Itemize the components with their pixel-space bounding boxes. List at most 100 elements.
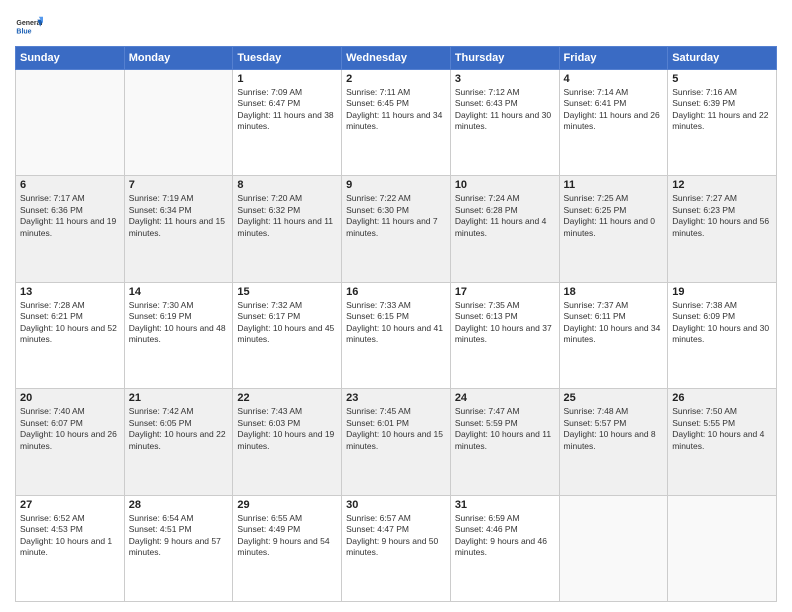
calendar-week-row: 6 Sunrise: 7:17 AM Sunset: 6:36 PM Daylig… [16, 176, 777, 282]
calendar-cell [124, 70, 233, 176]
calendar-cell: 3 Sunrise: 7:12 AM Sunset: 6:43 PM Daylig… [450, 70, 559, 176]
day-info: Sunrise: 7:48 AM Sunset: 5:57 PM Dayligh… [564, 406, 664, 452]
day-info: Sunrise: 6:54 AM Sunset: 4:51 PM Dayligh… [129, 513, 229, 559]
calendar-cell: 1Sunrise: 7:09 AM Sunset: 6:47 PM Daylig… [233, 70, 342, 176]
calendar-cell: 19Sunrise: 7:38 AM Sunset: 6:09 PM Dayli… [668, 282, 777, 388]
weekday-header: Monday [124, 47, 233, 70]
day-number: 30 [346, 499, 446, 511]
day-info: Sunrise: 6:55 AM Sunset: 4:49 PM Dayligh… [237, 513, 337, 559]
calendar-cell: 26Sunrise: 7:50 AM Sunset: 5:55 PM Dayli… [668, 389, 777, 495]
weekday-header: Friday [559, 47, 668, 70]
day-number: 21 [129, 392, 229, 404]
calendar-header-row: SundayMondayTuesdayWednesdayThursdayFrid… [16, 47, 777, 70]
day-info: Sunrise: 6:52 AM Sunset: 4:53 PM Dayligh… [20, 513, 120, 559]
day-info: Sunrise: 7:24 AM Sunset: 6:28 PM Dayligh… [455, 193, 555, 239]
calendar-cell: 24 Sunrise: 7:47 AM Sunset: 5:59 PM Dayli… [450, 389, 559, 495]
weekday-header: Sunday [16, 47, 125, 70]
calendar-cell: 30Sunrise: 6:57 AM Sunset: 4:47 PM Dayli… [342, 495, 451, 601]
calendar-cell: 31 Sunrise: 6:59 AM Sunset: 4:46 PM Dayli… [450, 495, 559, 601]
day-number: 5 [672, 73, 772, 85]
day-info: Sunrise: 7:33 AM Sunset: 6:15 PM Dayligh… [346, 300, 446, 346]
day-info: Sunrise: 7:22 AM Sunset: 6:30 PM Dayligh… [346, 193, 446, 239]
calendar-cell: 7Sunrise: 7:19 AM Sunset: 6:34 PM Daylig… [124, 176, 233, 282]
day-number: 6 [20, 179, 120, 191]
weekday-header: Wednesday [342, 47, 451, 70]
day-info: Sunrise: 7:27 AM Sunset: 6:23 PM Dayligh… [672, 193, 772, 239]
day-number: 13 [20, 286, 120, 298]
day-number: 19 [672, 286, 772, 298]
day-number: 25 [564, 392, 664, 404]
day-info: Sunrise: 7:40 AM Sunset: 6:07 PM Dayligh… [20, 406, 120, 452]
weekday-header: Thursday [450, 47, 559, 70]
calendar-cell: 22 Sunrise: 7:43 AM Sunset: 6:03 PM Dayli… [233, 389, 342, 495]
day-info: Sunrise: 7:35 AM Sunset: 6:13 PM Dayligh… [455, 300, 555, 346]
calendar-cell: 12 Sunrise: 7:27 AM Sunset: 6:23 PM Dayli… [668, 176, 777, 282]
calendar-cell: 23 Sunrise: 7:45 AM Sunset: 6:01 PM Dayli… [342, 389, 451, 495]
calendar-cell: 20Sunrise: 7:40 AM Sunset: 6:07 PM Dayli… [16, 389, 125, 495]
day-info: Sunrise: 7:37 AM Sunset: 6:11 PM Dayligh… [564, 300, 664, 346]
weekday-header: Saturday [668, 47, 777, 70]
day-number: 29 [237, 499, 337, 511]
calendar-week-row: 1Sunrise: 7:09 AM Sunset: 6:47 PM Daylig… [16, 70, 777, 176]
day-number: 17 [455, 286, 555, 298]
day-info: Sunrise: 7:50 AM Sunset: 5:55 PM Dayligh… [672, 406, 772, 452]
day-info: Sunrise: 7:30 AM Sunset: 6:19 PM Dayligh… [129, 300, 229, 346]
calendar-cell [16, 70, 125, 176]
day-number: 31 [455, 499, 555, 511]
day-info: Sunrise: 7:25 AM Sunset: 6:25 PM Dayligh… [564, 193, 664, 239]
day-number: 8 [237, 179, 337, 191]
calendar-cell: 10 Sunrise: 7:24 AM Sunset: 6:28 PM Dayli… [450, 176, 559, 282]
calendar-cell: 18 Sunrise: 7:37 AM Sunset: 6:11 PM Dayli… [559, 282, 668, 388]
day-info: Sunrise: 7:12 AM Sunset: 6:43 PM Dayligh… [455, 87, 555, 133]
day-info: Sunrise: 6:59 AM Sunset: 4:46 PM Dayligh… [455, 513, 555, 559]
day-number: 3 [455, 73, 555, 85]
day-number: 1 [237, 73, 337, 85]
day-info: Sunrise: 7:32 AM Sunset: 6:17 PM Dayligh… [237, 300, 337, 346]
day-number: 28 [129, 499, 229, 511]
day-number: 2 [346, 73, 446, 85]
calendar-cell: 27 Sunrise: 6:52 AM Sunset: 4:53 PM Dayli… [16, 495, 125, 601]
calendar-cell [559, 495, 668, 601]
calendar-cell: 8Sunrise: 7:20 AM Sunset: 6:32 PM Daylig… [233, 176, 342, 282]
day-number: 12 [672, 179, 772, 191]
weekday-header: Tuesday [233, 47, 342, 70]
day-info: Sunrise: 7:45 AM Sunset: 6:01 PM Dayligh… [346, 406, 446, 452]
calendar-cell: 9Sunrise: 7:22 AM Sunset: 6:30 PM Daylig… [342, 176, 451, 282]
calendar-cell: 17 Sunrise: 7:35 AM Sunset: 6:13 PM Dayli… [450, 282, 559, 388]
day-number: 4 [564, 73, 664, 85]
calendar-week-row: 20Sunrise: 7:40 AM Sunset: 6:07 PM Dayli… [16, 389, 777, 495]
calendar-cell: 28 Sunrise: 6:54 AM Sunset: 4:51 PM Dayli… [124, 495, 233, 601]
day-number: 24 [455, 392, 555, 404]
calendar-cell: 6 Sunrise: 7:17 AM Sunset: 6:36 PM Daylig… [16, 176, 125, 282]
day-number: 11 [564, 179, 664, 191]
logo: General Blue [15, 14, 43, 42]
calendar-cell: 16 Sunrise: 7:33 AM Sunset: 6:15 PM Dayli… [342, 282, 451, 388]
day-info: Sunrise: 7:28 AM Sunset: 6:21 PM Dayligh… [20, 300, 120, 346]
calendar-table: SundayMondayTuesdayWednesdayThursdayFrid… [15, 46, 777, 602]
day-info: Sunrise: 7:16 AM Sunset: 6:39 PM Dayligh… [672, 87, 772, 133]
day-info: Sunrise: 7:47 AM Sunset: 5:59 PM Dayligh… [455, 406, 555, 452]
day-info: Sunrise: 7:43 AM Sunset: 6:03 PM Dayligh… [237, 406, 337, 452]
calendar-cell: 21Sunrise: 7:42 AM Sunset: 6:05 PM Dayli… [124, 389, 233, 495]
day-number: 18 [564, 286, 664, 298]
day-number: 16 [346, 286, 446, 298]
day-info: Sunrise: 7:17 AM Sunset: 6:36 PM Dayligh… [20, 193, 120, 239]
header: General Blue [15, 10, 777, 42]
calendar-cell: 2 Sunrise: 7:11 AM Sunset: 6:45 PM Daylig… [342, 70, 451, 176]
calendar-cell: 4 Sunrise: 7:14 AM Sunset: 6:41 PM Daylig… [559, 70, 668, 176]
calendar-week-row: 13 Sunrise: 7:28 AM Sunset: 6:21 PM Dayli… [16, 282, 777, 388]
day-number: 27 [20, 499, 120, 511]
day-info: Sunrise: 7:14 AM Sunset: 6:41 PM Dayligh… [564, 87, 664, 133]
day-number: 22 [237, 392, 337, 404]
day-number: 15 [237, 286, 337, 298]
day-info: Sunrise: 7:11 AM Sunset: 6:45 PM Dayligh… [346, 87, 446, 133]
calendar-cell: 11 Sunrise: 7:25 AM Sunset: 6:25 PM Dayli… [559, 176, 668, 282]
day-info: Sunrise: 7:19 AM Sunset: 6:34 PM Dayligh… [129, 193, 229, 239]
day-number: 14 [129, 286, 229, 298]
day-number: 10 [455, 179, 555, 191]
calendar-cell: 5 Sunrise: 7:16 AM Sunset: 6:39 PM Daylig… [668, 70, 777, 176]
svg-text:Blue: Blue [16, 29, 31, 36]
calendar-cell [668, 495, 777, 601]
calendar-week-row: 27 Sunrise: 6:52 AM Sunset: 4:53 PM Dayli… [16, 495, 777, 601]
day-number: 23 [346, 392, 446, 404]
